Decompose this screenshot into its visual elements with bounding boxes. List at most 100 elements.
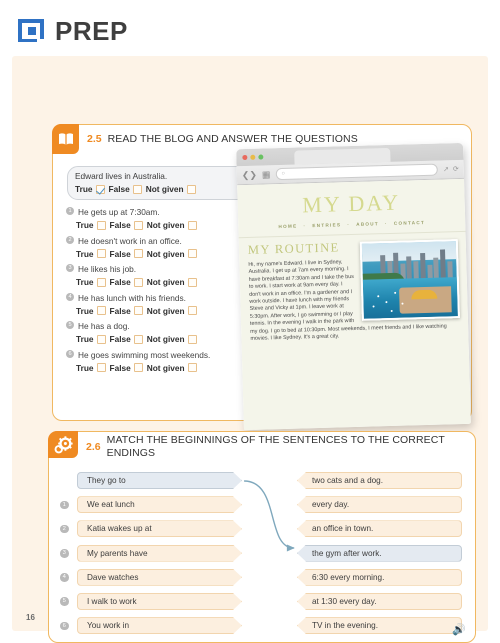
- checkbox[interactable]: [186, 184, 196, 194]
- question-3-options: True False Not given: [67, 277, 249, 287]
- option-label: False: [109, 248, 131, 259]
- question-1-option-true[interactable]: True: [76, 220, 106, 230]
- minimize-window-dot[interactable]: [250, 154, 256, 160]
- sentence-beginning-item[interactable]: Katia wakes up at: [77, 520, 242, 537]
- sentence-beginning-item[interactable]: We eat lunch: [77, 496, 242, 513]
- sentence-endings-column: two cats and a dog. every day. an office i…: [297, 472, 462, 641]
- checkbox[interactable]: [133, 363, 143, 372]
- question-6-option-not-given[interactable]: Not given: [147, 363, 197, 373]
- share-icon[interactable]: ↗: [443, 165, 449, 173]
- sentence-ending-item[interactable]: TV in the evening.: [297, 617, 462, 635]
- checkbox[interactable]: [133, 334, 143, 344]
- checkbox[interactable]: [133, 306, 143, 315]
- question-5-option-true[interactable]: True: [76, 334, 106, 344]
- question-number: 1: [66, 207, 74, 215]
- matching-area: They go to 1 We eat lunch 2 Katia wakes up a…: [49, 466, 475, 643]
- browser-tab[interactable]: [294, 147, 391, 165]
- blog-site-title: MY DAY: [301, 189, 401, 218]
- address-bar[interactable]: ○: [275, 163, 439, 181]
- checkbox[interactable]: [187, 277, 197, 287]
- sentence-ending-item[interactable]: two cats and a dog.: [297, 472, 462, 489]
- sentence-ending-item[interactable]: at 1:30 every day.: [297, 592, 462, 610]
- example-option-true[interactable]: True: [75, 184, 105, 194]
- speaker-icon[interactable]: 🔊: [452, 625, 466, 636]
- blog-nav-link-about[interactable]: ABOUT: [356, 221, 379, 227]
- blog-page: MY DAY HOME · ENTRIES · ABOUT · CONTACT: [237, 178, 471, 431]
- checkbox[interactable]: [187, 220, 197, 230]
- question-6-option-true[interactable]: True: [76, 363, 106, 373]
- checkbox[interactable]: [133, 277, 143, 287]
- checkbox[interactable]: [187, 334, 197, 344]
- option-label: False: [109, 334, 131, 344]
- close-window-dot[interactable]: [242, 154, 248, 161]
- match-row: 1 We eat lunch: [60, 496, 242, 520]
- worksheet-sheet: 2.5 READ THE BLOG AND ANSWER THE QUESTIO…: [12, 56, 488, 643]
- gear-icon: [48, 431, 78, 458]
- checkbox[interactable]: [133, 249, 143, 258]
- sentence-ending-item[interactable]: the gym after work.: [297, 544, 462, 562]
- blog-nav-link-entries[interactable]: ENTRIES: [312, 222, 341, 228]
- open-book-icon: [52, 124, 79, 154]
- question-3-option-true[interactable]: True: [76, 277, 106, 287]
- match-row: at 1:30 every day.: [297, 592, 462, 617]
- blog-nav-link-home[interactable]: HOME: [278, 224, 297, 230]
- maximize-window-dot[interactable]: [258, 154, 264, 160]
- sentence-beginnings-column: They go to 1 We eat lunch 2 Katia wakes up a…: [60, 472, 242, 641]
- checkbox[interactable]: [96, 306, 106, 315]
- sentence-ending-item[interactable]: an office in town.: [297, 520, 462, 538]
- question-3-option-not-given[interactable]: Not given: [147, 277, 197, 287]
- brand-title: PREP: [55, 15, 128, 46]
- question-6-option-false[interactable]: False: [110, 363, 143, 373]
- exercise-2-6-number: 2.6: [86, 440, 101, 453]
- checkbox[interactable]: [187, 306, 197, 315]
- sentence-beginning-item[interactable]: Dave watches: [77, 569, 242, 586]
- example-question: Edward lives in Australia. True False Not g…: [67, 166, 249, 200]
- browser-actions: ↗ ⟳: [443, 165, 459, 173]
- checkbox[interactable]: [187, 249, 197, 258]
- checkbox[interactable]: [133, 220, 143, 230]
- example-option-not-given[interactable]: Not given: [146, 184, 196, 194]
- sidebar-icon[interactable]: ▦: [262, 169, 271, 179]
- question-1-option-not-given[interactable]: Not given: [147, 220, 197, 230]
- sentence-beginning-item[interactable]: I walk to work: [77, 593, 242, 610]
- match-row: 3 My parents have: [60, 545, 242, 569]
- question-4-option-false[interactable]: False: [110, 306, 143, 316]
- question-6-options: True False Not given: [67, 363, 249, 373]
- sentence-ending-item[interactable]: 6:30 every morning.: [297, 568, 462, 586]
- option-label: Not given: [146, 248, 185, 259]
- question-2-option-true[interactable]: True: [76, 249, 106, 259]
- question-1-options: True False Not given: [67, 220, 249, 230]
- checkbox[interactable]: [132, 184, 142, 194]
- question-2-option-false[interactable]: False: [110, 249, 143, 259]
- checkbox[interactable]: [96, 220, 106, 230]
- question-item: 3 He likes his job. True False Not given: [66, 264, 249, 287]
- question-1-option-false[interactable]: False: [110, 220, 143, 230]
- reload-icon[interactable]: ⟳: [453, 165, 459, 173]
- page-number: 16: [26, 613, 35, 622]
- checkbox[interactable]: [96, 277, 106, 287]
- question-number: 5: [66, 321, 74, 329]
- question-4-option-not-given[interactable]: Not given: [147, 306, 197, 316]
- prep-logo-icon: [16, 16, 46, 46]
- checkbox-checked[interactable]: [95, 184, 105, 194]
- checkbox[interactable]: [96, 334, 106, 344]
- match-item-number: 4: [60, 573, 69, 582]
- sentence-beginning-item[interactable]: My parents have: [77, 545, 242, 562]
- sentence-beginning-item[interactable]: You work in: [77, 617, 242, 634]
- checkbox[interactable]: [187, 363, 197, 372]
- example-option-false[interactable]: False: [109, 184, 142, 194]
- match-row: 5 I walk to work: [60, 593, 242, 617]
- question-4-option-true[interactable]: True: [76, 306, 106, 316]
- sentence-beginning-item[interactable]: They go to: [77, 472, 242, 489]
- question-5-option-false[interactable]: False: [110, 334, 143, 344]
- blog-nav-link-contact[interactable]: CONTACT: [394, 220, 425, 226]
- option-label: Not given: [146, 362, 185, 373]
- checkbox[interactable]: [96, 249, 106, 258]
- option-label: False: [109, 305, 131, 316]
- checkbox[interactable]: [96, 363, 106, 372]
- sentence-ending-item[interactable]: every day.: [297, 496, 462, 514]
- question-2-option-not-given[interactable]: Not given: [147, 249, 197, 259]
- back-forward-icon[interactable]: ❮❯: [242, 169, 257, 179]
- question-5-option-not-given[interactable]: Not given: [147, 334, 197, 344]
- question-3-option-false[interactable]: False: [110, 277, 143, 287]
